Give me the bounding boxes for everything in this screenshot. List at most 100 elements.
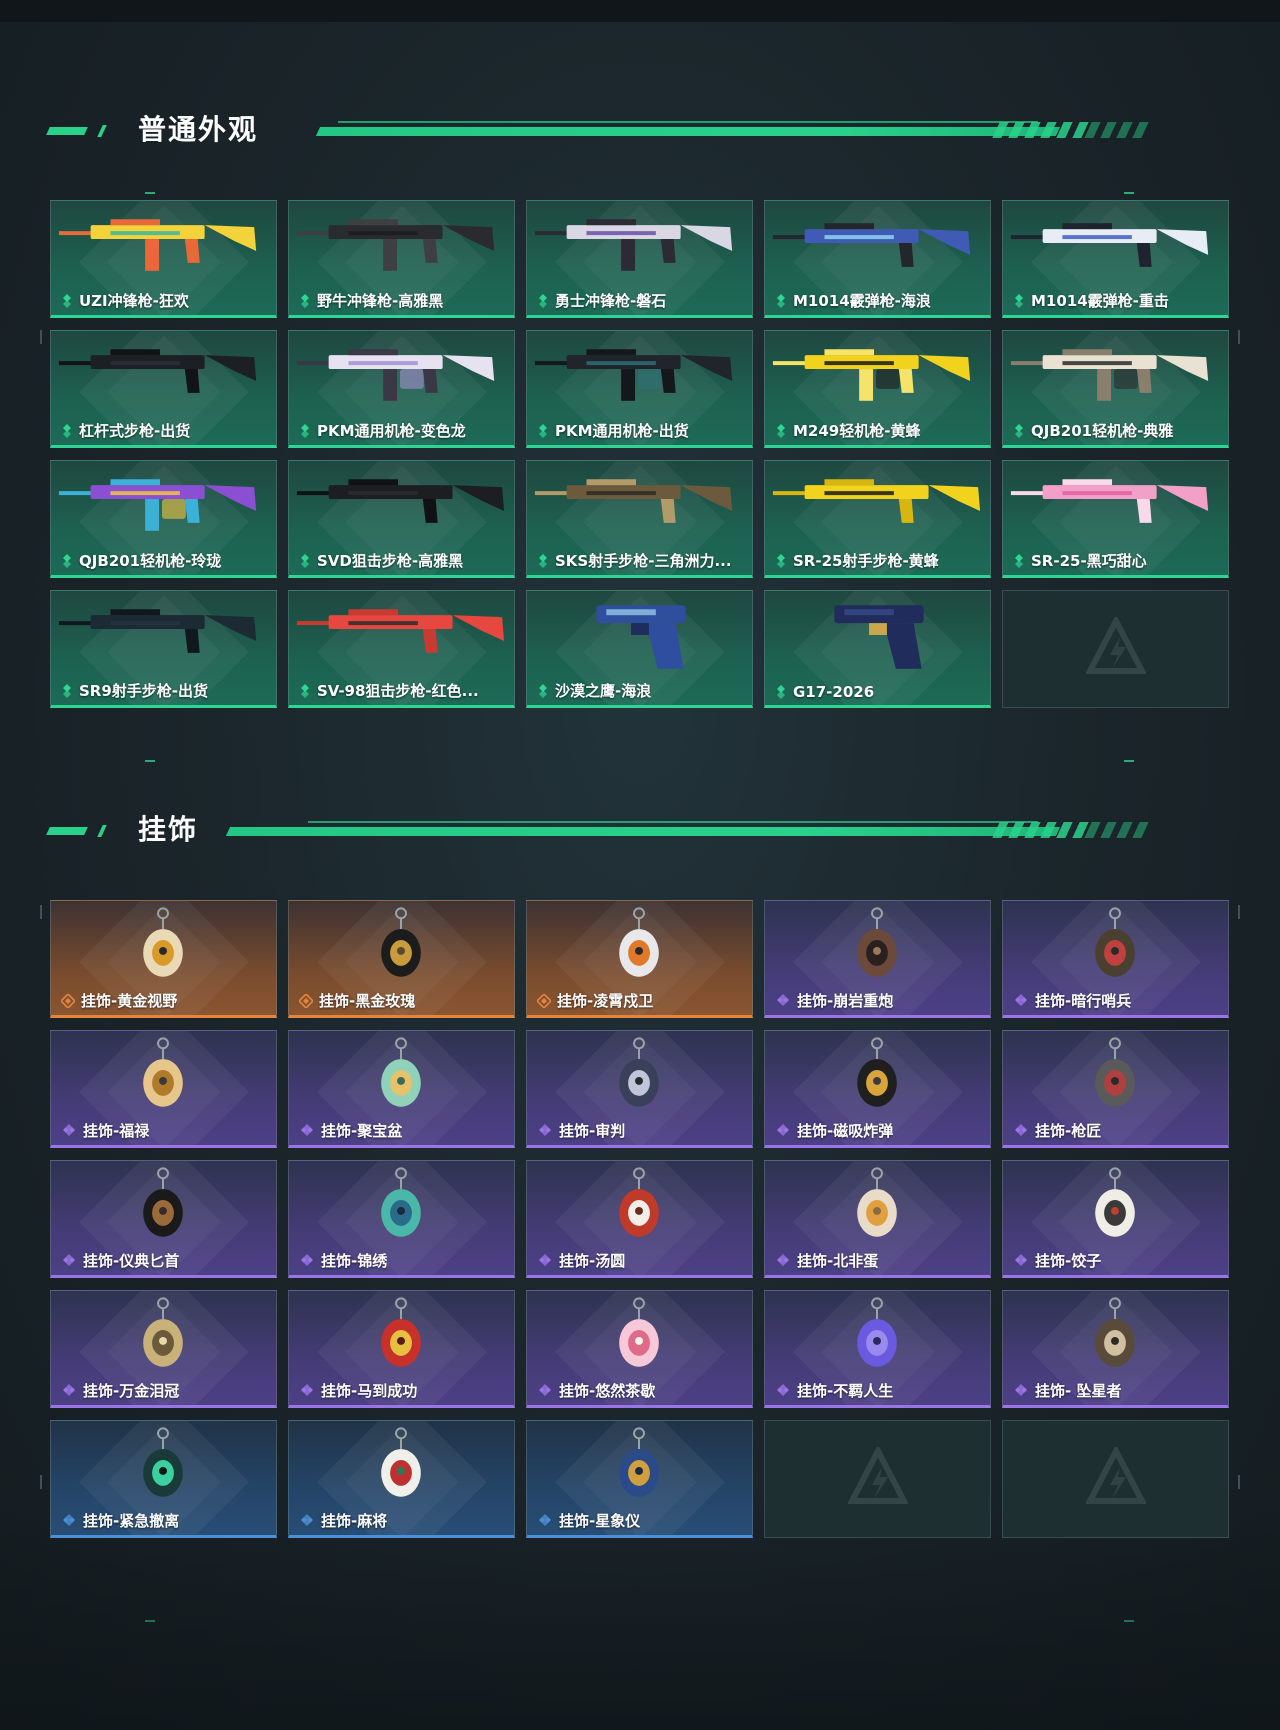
charm-card[interactable]: 挂饰-马到成功 [288,1290,515,1408]
skin-card[interactable]: 野牛冲锋枪-高雅黑 [288,200,515,318]
rarity-icon [301,1253,313,1266]
charm-image [619,1167,659,1237]
rarity-icon [777,1253,789,1266]
charm-card[interactable]: 挂饰- 坠星者 [1002,1290,1229,1408]
charm-card[interactable]: 挂饰-星象仪 [526,1420,753,1538]
charm-card[interactable]: 挂饰-紧急撤离 [50,1420,277,1538]
section-title: 挂饰 [138,813,199,846]
skin-card[interactable]: 杠杆式步枪-出货 [50,330,277,448]
item-name: SVD狙击步枪-高雅黑 [317,552,464,570]
charm-image [143,1037,183,1107]
skin-card[interactable]: PKM通用机枪-出货 [526,330,753,448]
charm-card[interactable]: 挂饰-锦绣 [288,1160,515,1278]
side-tick [1238,330,1240,344]
skin-card[interactable]: M1014霰弹枪-海浪 [764,200,991,318]
skin-card[interactable]: UZI冲锋枪-狂欢 [50,200,277,318]
skin-card[interactable]: 沙漠之鹰-海浪 [526,590,753,708]
rifle-weapon-image [58,349,257,393]
charm-card[interactable]: 挂饰-崩岩重炮 [764,900,991,1018]
rarity-icon [63,553,71,568]
item-name: 挂饰-聚宝盆 [321,1122,403,1140]
charm-image [857,1037,897,1107]
side-tick [40,905,42,919]
rarity-icon [539,293,547,308]
charm-card[interactable]: 挂饰-仪典匕首 [50,1160,277,1278]
skin-card[interactable]: SR-25射手步枪-黄蜂 [764,460,991,578]
skin-card[interactable]: SR9射手步枪-出货 [50,590,277,708]
item-name: 挂饰-福禄 [83,1122,150,1140]
item-name: G17-2026 [793,683,875,701]
item-label-row: 挂饰- 坠星者 [1013,1380,1121,1401]
skin-card[interactable]: SVD狙击步枪-高雅黑 [288,460,515,578]
rarity-icon [1015,293,1023,308]
rarity-icon [777,553,785,568]
shotgun-weapon-image [1010,223,1209,267]
item-name: 挂饰-万金泪冠 [83,1382,180,1400]
item-label-row: 挂饰-黑金玫瑰 [299,990,415,1011]
rarity-icon [1015,1383,1027,1396]
charm-card[interactable]: 挂饰-暗行哨兵 [1002,900,1229,1018]
item-label-row: 杠杆式步枪-出货 [61,420,190,441]
item-name: 挂饰-马到成功 [321,1382,418,1400]
item-name: M1014霰弹枪-重击 [1031,292,1169,310]
frame-mark [1124,760,1134,762]
rarity-icon [539,1383,551,1396]
charm-card[interactable]: 挂饰-枪匠 [1002,1030,1229,1148]
frame-mark [145,192,155,194]
charm-card[interactable]: 挂饰-万金泪冠 [50,1290,277,1408]
item-name: 挂饰-审判 [559,1122,626,1140]
header-line [315,127,1061,136]
skin-card[interactable]: G17-2026 [764,590,991,708]
item-name: 挂饰-黑金玫瑰 [319,992,416,1010]
rarity-icon [301,1383,313,1396]
charm-card[interactable]: 挂饰-饺子 [1002,1160,1229,1278]
charm-card[interactable]: 挂饰-审判 [526,1030,753,1148]
item-label-row: 挂饰-福禄 [61,1120,149,1141]
charm-card[interactable]: 挂饰-福禄 [50,1030,277,1148]
rarity-icon [539,553,547,568]
rarity-icon [301,293,309,308]
frame-mark [1124,192,1134,194]
charm-card[interactable]: 挂饰-汤圆 [526,1160,753,1278]
skin-card[interactable]: QJB201轻机枪-玲珑 [50,460,277,578]
charm-card[interactable]: 挂饰-黑金玫瑰 [288,900,515,1018]
charm-image [1095,1297,1135,1367]
rarity-icon [63,423,71,438]
charm-card[interactable]: 挂饰-麻将 [288,1420,515,1538]
skin-card[interactable]: M249轻机枪-黄蜂 [764,330,991,448]
skin-card[interactable]: 勇士冲锋枪-磐石 [526,200,753,318]
item-label-row: SR9射手步枪-出货 [61,680,208,701]
charm-image [381,1297,421,1367]
skin-card[interactable]: M1014霰弹枪-重击 [1002,200,1229,318]
item-label-row: 挂饰-星象仪 [537,1510,640,1531]
charm-card[interactable]: 挂饰-悠然茶歇 [526,1290,753,1408]
item-name: SV-98狙击步枪-红色... [317,682,479,700]
item-name: 挂饰- 坠星者 [1035,1382,1122,1400]
skin-card[interactable]: SR-25-黑巧甜心 [1002,460,1229,578]
skin-card[interactable]: SV-98狙击步枪-红色... [288,590,515,708]
placeholder-logo-icon [1085,1447,1146,1504]
charm-card[interactable]: 挂饰-不羁人生 [764,1290,991,1408]
header-thin-line [308,821,1038,823]
item-label-row: 沙漠之鹰-海浪 [537,680,651,701]
skin-card[interactable]: PKM通用机枪-变色龙 [288,330,515,448]
skin-card[interactable]: SKS射手步枪-三角洲力... [526,460,753,578]
item-label-row: SKS射手步枪-三角洲力... [537,550,732,571]
charm-image [143,907,183,977]
rifle-weapon-image [58,609,257,653]
charm-card[interactable]: 挂饰-北非蛋 [764,1160,991,1278]
item-name: 挂饰-饺子 [1035,1252,1102,1270]
item-label-row: M1014霰弹枪-海浪 [775,290,931,311]
skin-card[interactable]: QJB201轻机枪-典雅 [1002,330,1229,448]
item-name: 挂饰-崩岩重炮 [797,992,894,1010]
rarity-icon [539,1513,551,1526]
charm-card[interactable]: 挂饰-凌霄戍卫 [526,900,753,1018]
rarity-icon [777,685,785,699]
charm-image [857,1167,897,1237]
sniper-weapon-image [296,479,505,523]
charm-card[interactable]: 挂饰-聚宝盆 [288,1030,515,1148]
charm-card[interactable]: 挂饰-磁吸炸弹 [764,1030,991,1148]
side-tick [1238,905,1240,919]
rarity-icon [539,1123,551,1136]
charm-card[interactable]: 挂饰-黄金视野 [50,900,277,1018]
